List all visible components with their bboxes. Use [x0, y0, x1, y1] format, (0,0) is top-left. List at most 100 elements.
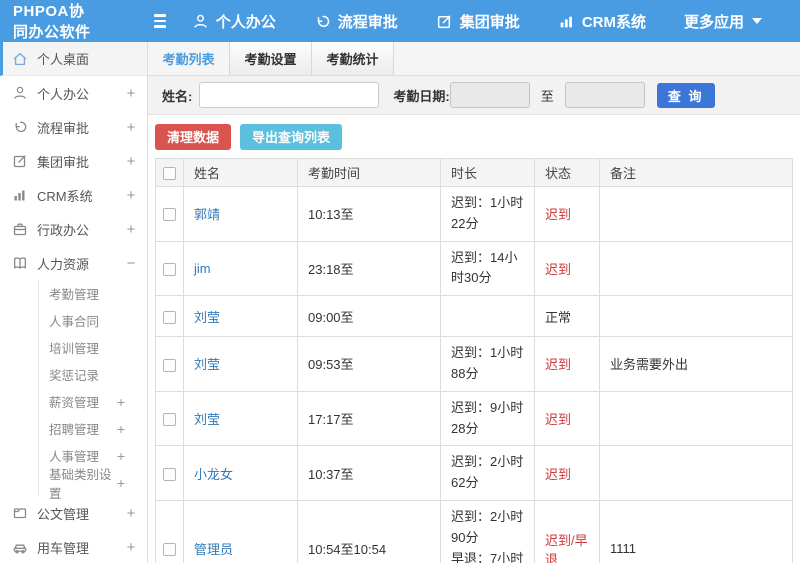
attendance-time-cell: 09:00至 [297, 295, 441, 338]
top-nav: 个人办公 流程审批 集团审批 CRM系统 更多应用 [192, 11, 800, 32]
expand-toggle[interactable]: + [125, 187, 137, 204]
edit-square-icon [437, 14, 451, 28]
sidebar-item-workflow-approval[interactable]: 流程审批 + [0, 110, 147, 144]
remark-cell [599, 186, 793, 242]
expand-toggle[interactable]: + [125, 85, 137, 102]
person-icon [14, 86, 26, 99]
sidebar-item-label: 流程审批 [37, 120, 90, 136]
employee-name-link[interactable]: 刘莹 [194, 310, 220, 325]
name-filter-label: 姓名: [162, 88, 193, 104]
submenu-base-category-settings[interactable]: 基础类别设置 + [39, 468, 147, 501]
row-checkbox[interactable] [163, 358, 176, 372]
name-filter-input[interactable] [199, 82, 380, 108]
date-from-input[interactable] [449, 82, 530, 108]
header-duration: 时长 [440, 158, 535, 187]
expand-toggle[interactable]: + [117, 394, 125, 410]
date-to-input[interactable] [564, 82, 645, 108]
sidebar-item-desktop[interactable]: 个人桌面 [0, 42, 147, 76]
employee-name-cell: 刘莹 [183, 390, 298, 447]
expand-toggle[interactable]: + [125, 505, 137, 522]
filter-bar: 姓名: 考勤日期: 至 查 询 [148, 76, 800, 115]
topnav-crm[interactable]: CRM系统 [558, 11, 646, 32]
sidebar-item-label: CRM系统 [37, 188, 93, 204]
select-all-checkbox[interactable] [163, 167, 176, 181]
row-checkbox[interactable] [163, 467, 176, 481]
tab-attendance-stats[interactable]: 考勤统计 [312, 42, 394, 75]
topnav-group-approval[interactable]: 集团审批 [436, 11, 520, 32]
row-checkbox[interactable] [163, 310, 176, 324]
submenu-attendance-mgmt[interactable]: 考勤管理 [39, 280, 147, 307]
hr-submenu: 考勤管理 人事合同 培训管理 奖惩记录 薪资管理 + 招聘管理 + 人事管理 +… [38, 280, 147, 501]
employee-name-link[interactable]: 郭靖 [194, 207, 220, 222]
row-checkbox-cell [155, 295, 184, 338]
sidebar-item-label: 用车管理 [37, 540, 90, 556]
sidebar: 个人桌面 个人办公 + 流程审批 + 集团审批 + CRM系统 + 行政办公 + [0, 42, 148, 563]
topnav-workflow-approval[interactable]: 流程审批 [314, 11, 398, 32]
sidebar-item-crm[interactable]: CRM系统 + [0, 178, 147, 212]
row-checkbox[interactable] [163, 413, 176, 427]
submenu-hr-contract[interactable]: 人事合同 [39, 307, 147, 334]
duration-cell: 迟到：9小时28分 [440, 390, 535, 447]
sidebar-item-admin-office[interactable]: 行政办公 + [0, 212, 147, 246]
employee-name-link[interactable]: 刘莹 [194, 412, 220, 427]
table-row: 小龙女 10:37至 迟到：2小时62分 迟到 [155, 445, 793, 501]
header-checkbox-cell [155, 158, 184, 187]
sidebar-item-personal-office[interactable]: 个人办公 + [0, 76, 147, 110]
tab-attendance-list[interactable]: 考勤列表 [148, 42, 230, 75]
employee-name-link[interactable]: 管理员 [194, 542, 233, 557]
attendance-time-cell: 23:18至 [297, 240, 441, 297]
employee-name-link[interactable]: 小龙女 [194, 467, 233, 482]
sidebar-item-hr[interactable]: 人力资源 − [0, 246, 147, 280]
sidebar-item-vehicle-mgmt[interactable]: 用车管理 + [0, 530, 147, 563]
edit-square-icon [13, 155, 26, 168]
expand-toggle[interactable]: + [125, 539, 137, 556]
submenu-reward-punish[interactable]: 奖惩记录 [39, 361, 147, 388]
attendance-time-cell: 10:54至10:54 [297, 499, 441, 563]
collapse-toggle[interactable]: − [125, 255, 137, 272]
row-checkbox[interactable] [163, 208, 176, 222]
row-checkbox[interactable] [163, 262, 176, 276]
employee-name-link[interactable]: jim [194, 261, 211, 276]
table-row: jim 23:18至 迟到：14小时30分 迟到 [155, 240, 793, 297]
remark-cell [599, 390, 793, 447]
export-list-button[interactable]: 导出查询列表 [240, 123, 343, 150]
sidebar-item-label: 个人桌面 [37, 52, 90, 67]
caret-down-icon [752, 18, 762, 24]
topnav-more-apps[interactable]: 更多应用 [684, 11, 762, 32]
table-row: 郭靖 10:13至 迟到：1小时22分 迟到 [155, 186, 793, 242]
table-row: 刘莹 17:17至 迟到：9小时28分 迟到 [155, 390, 793, 447]
employee-name-link[interactable]: 刘莹 [194, 357, 220, 372]
expand-toggle[interactable]: + [117, 421, 125, 437]
sidebar-item-label: 行政办公 [37, 222, 90, 238]
submenu-training-mgmt[interactable]: 培训管理 [39, 334, 147, 361]
employee-name-cell: 管理员 [183, 499, 298, 563]
header-status: 状态 [534, 158, 600, 187]
expand-toggle[interactable]: + [125, 119, 137, 136]
attendance-table-wrap: 姓名 考勤时间 时长 状态 备注 郭靖 10:13至 迟到：1小时22分 迟到 … [148, 158, 800, 563]
table-header-row: 姓名 考勤时间 时长 状态 备注 [155, 158, 793, 187]
tab-attendance-settings[interactable]: 考勤设置 [230, 42, 312, 75]
expand-toggle[interactable]: + [125, 153, 137, 170]
row-checkbox[interactable] [163, 543, 176, 557]
expand-toggle[interactable]: + [125, 221, 137, 238]
clean-data-button[interactable]: 清理数据 [155, 123, 232, 150]
remark-cell [599, 445, 793, 501]
employee-name-cell: 刘莹 [183, 336, 298, 392]
submenu-salary-mgmt[interactable]: 薪资管理 + [39, 388, 147, 415]
sidebar-item-group-approval[interactable]: 集团审批 + [0, 144, 147, 178]
attendance-table-body: 郭靖 10:13至 迟到：1小时22分 迟到 jim 23:18至 迟到：14小… [155, 186, 793, 563]
expand-toggle[interactable]: + [117, 448, 125, 464]
status-cell: 正常 [534, 295, 600, 338]
attendance-time-cell: 09:53至 [297, 336, 441, 392]
expand-toggle[interactable]: + [117, 475, 125, 491]
topnav-personal-office[interactable]: 个人办公 [192, 11, 276, 32]
table-row: 刘莹 09:53至 迟到：1小时88分 迟到 业务需要外出 [155, 336, 793, 392]
submenu-recruit-mgmt[interactable]: 招聘管理 + [39, 415, 147, 442]
duration-cell: 迟到：14小时30分 [440, 240, 535, 297]
search-button[interactable]: 查 询 [656, 82, 715, 108]
duration-cell: 迟到：1小时22分 [440, 186, 535, 242]
header-name: 姓名 [183, 158, 298, 187]
menu-toggle-icon[interactable] [153, 11, 166, 31]
header-time: 考勤时间 [297, 158, 441, 187]
employee-name-cell: 小龙女 [183, 445, 298, 501]
